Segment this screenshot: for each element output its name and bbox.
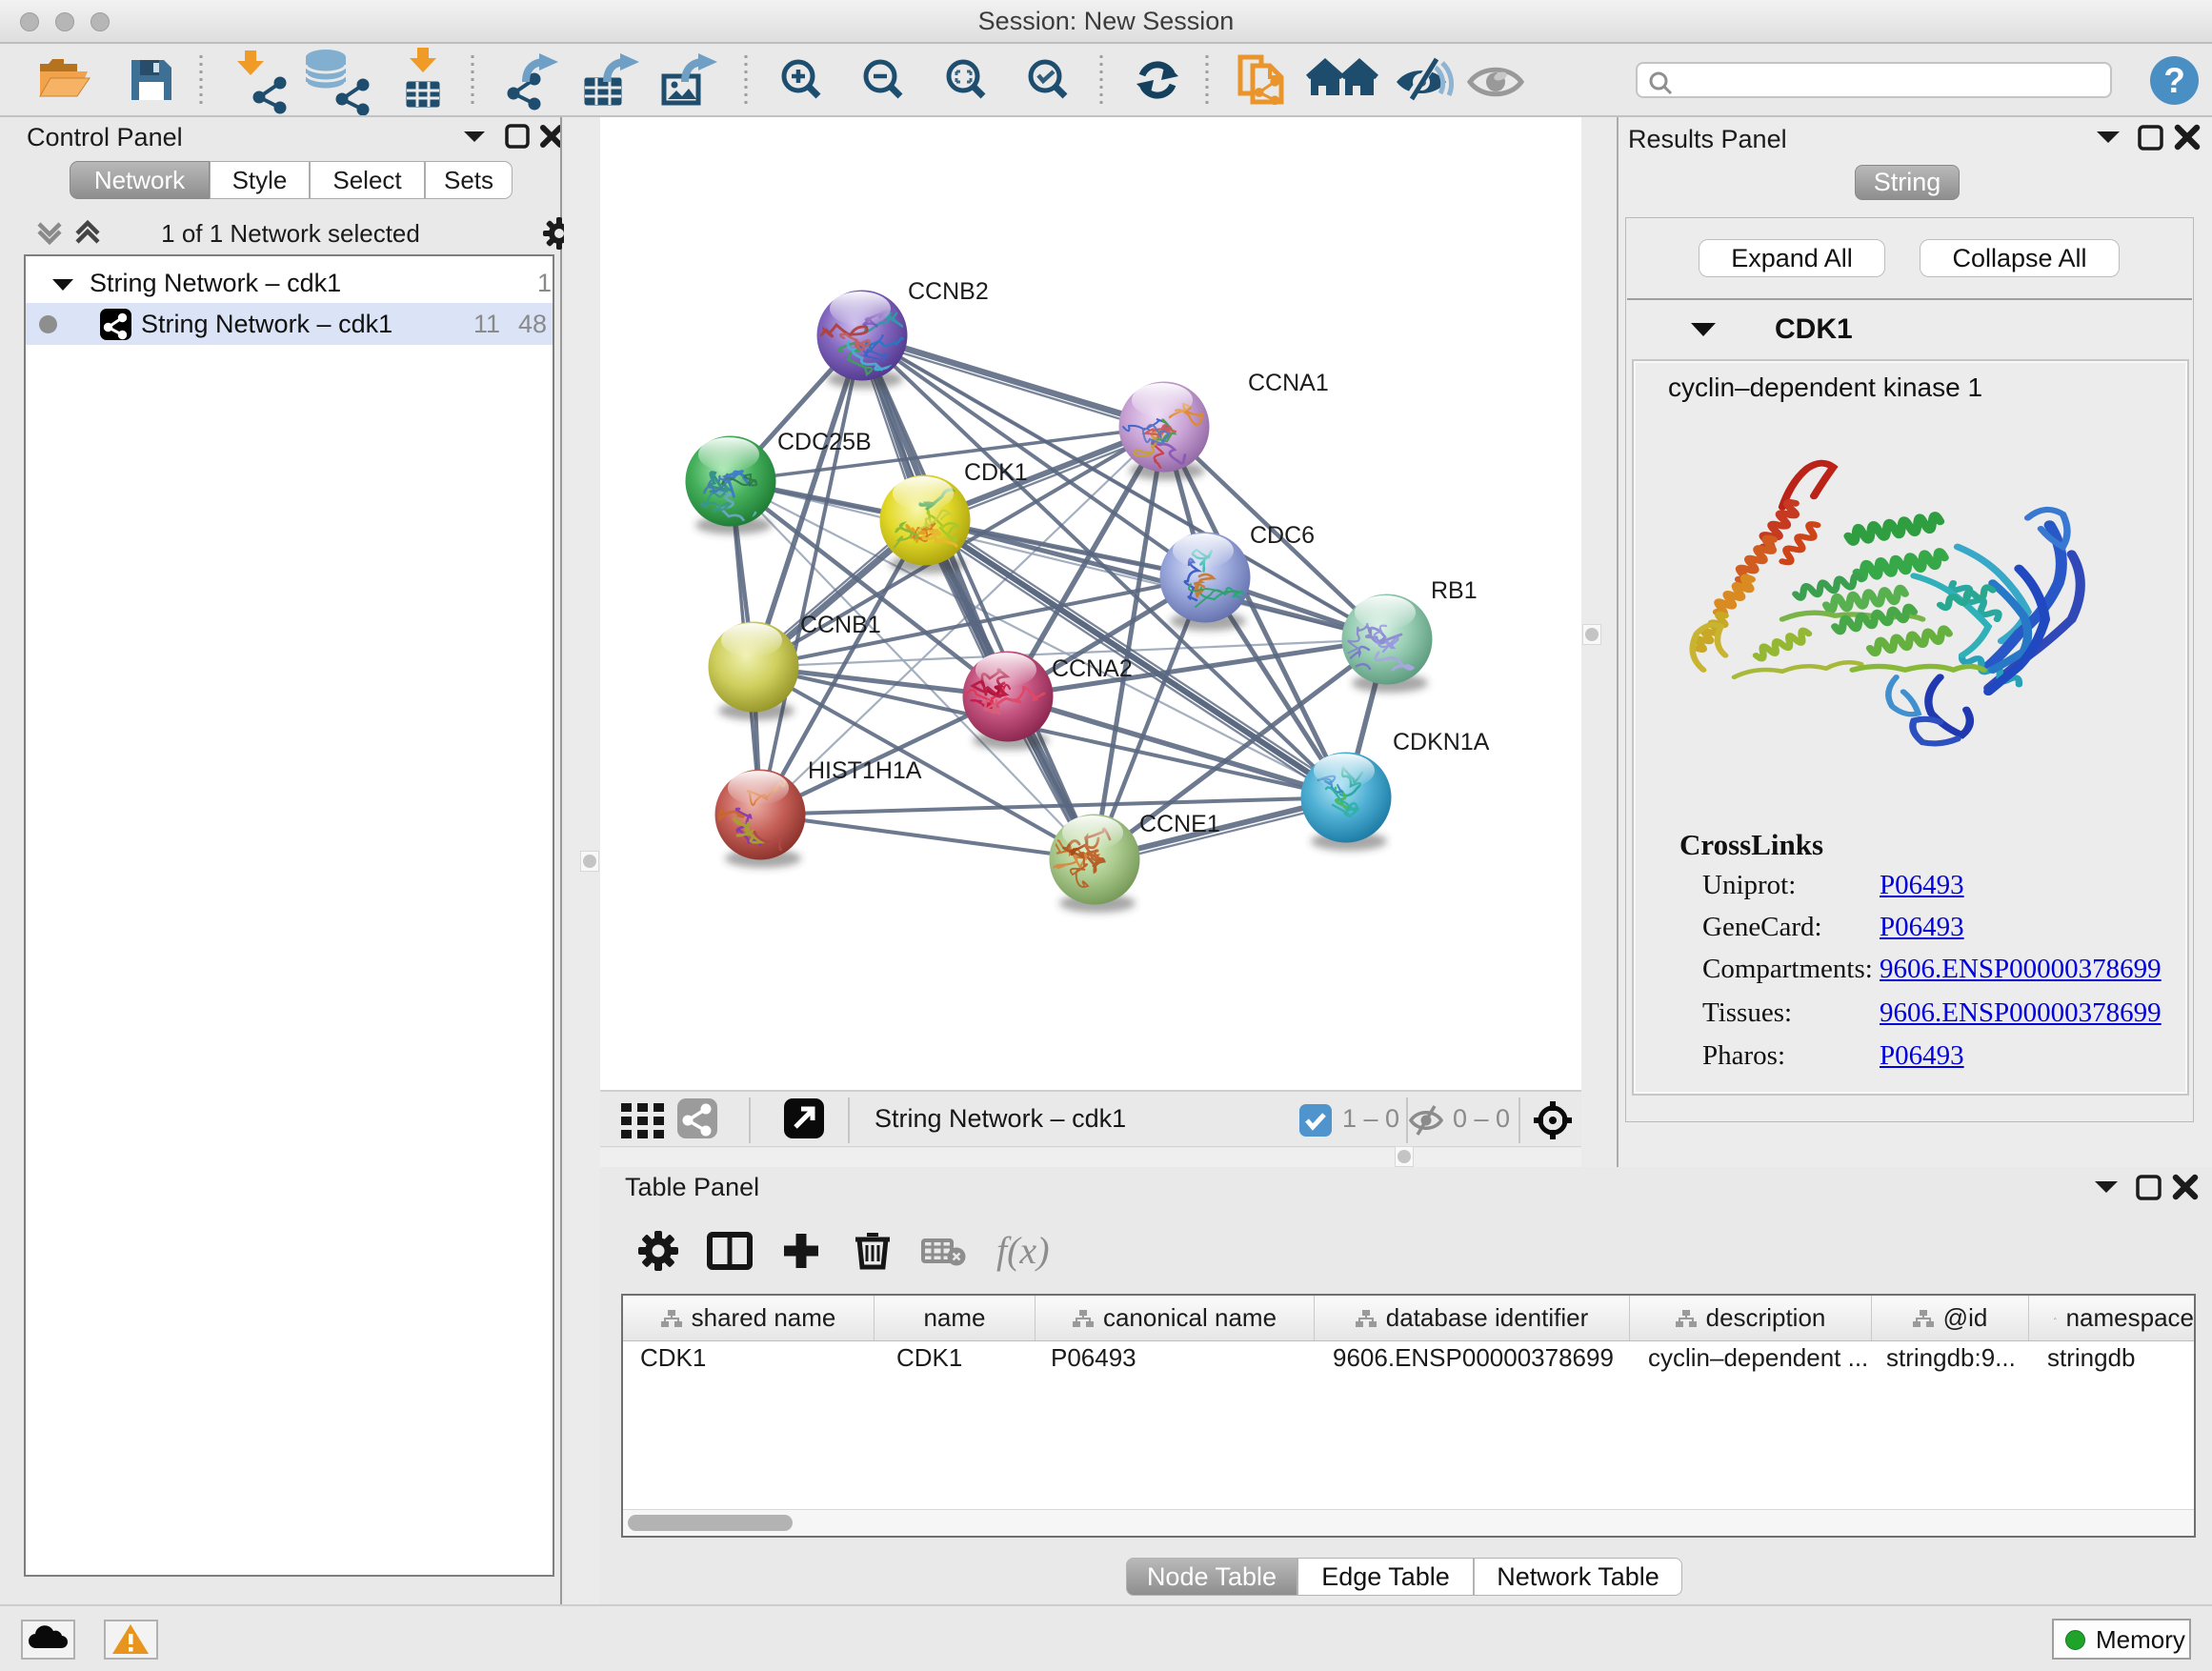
- svg-text:HIST1H1A: HIST1H1A: [808, 757, 922, 784]
- svg-text:CCNA1: CCNA1: [1248, 370, 1329, 396]
- svg-text:f(x): f(x): [996, 1229, 1050, 1272]
- svg-text:CCNB2: CCNB2: [908, 278, 989, 305]
- svg-text:CDC6: CDC6: [1250, 522, 1315, 549]
- svg-text:RB1: RB1: [1431, 577, 1478, 604]
- svg-text:CDC25B: CDC25B: [777, 429, 872, 455]
- svg-text:CDKN1A: CDKN1A: [1393, 729, 1490, 755]
- svg-text:CCNE1: CCNE1: [1139, 811, 1220, 837]
- svg-text:CCNB1: CCNB1: [800, 612, 881, 638]
- svg-text:CDK1: CDK1: [964, 459, 1028, 486]
- svg-text:CCNA2: CCNA2: [1052, 655, 1133, 682]
